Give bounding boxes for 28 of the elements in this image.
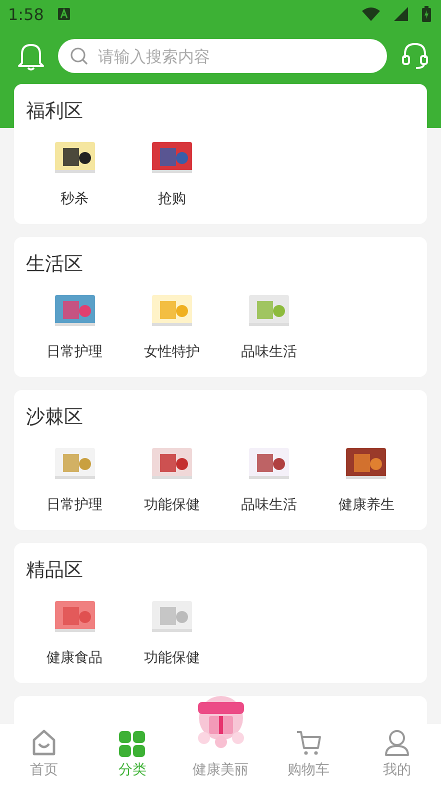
category-item[interactable]: 日常护理	[46, 496, 103, 514]
category-item[interactable]: 日常护理	[46, 343, 103, 361]
search-icon	[70, 47, 88, 65]
home-icon	[31, 729, 58, 757]
category-icon	[119, 731, 146, 757]
category-item[interactable]: 健康养生	[338, 496, 394, 514]
signal-icon	[394, 7, 408, 21]
notification-icon	[58, 8, 70, 20]
category-item[interactable]: 女性特护	[144, 343, 200, 361]
section-title: 生活区	[26, 252, 84, 277]
user-icon	[382, 729, 411, 757]
bell-icon[interactable]	[18, 41, 44, 71]
search-bar[interactable]: 请输入搜索内容	[58, 39, 387, 73]
section-title: 沙棘区	[26, 405, 84, 430]
category-item[interactable]: 品味生活	[241, 343, 298, 361]
category-item[interactable]: 功能保健	[144, 496, 200, 514]
wifi-icon	[362, 7, 380, 21]
section-title: 精品区	[26, 558, 84, 583]
cart-icon	[294, 729, 323, 757]
category-item[interactable]: 健康食品	[46, 649, 103, 667]
headset-icon[interactable]	[401, 41, 429, 71]
category-item[interactable]: 品味生活	[241, 496, 298, 514]
section-title: 福利区	[26, 99, 84, 124]
category-item[interactable]: 抢购	[158, 190, 186, 208]
status-time: 1:58	[8, 4, 44, 24]
battery-icon	[422, 6, 431, 22]
category-item[interactable]: 功能保健	[144, 649, 200, 667]
category-item[interactable]: 秒杀	[60, 190, 89, 208]
